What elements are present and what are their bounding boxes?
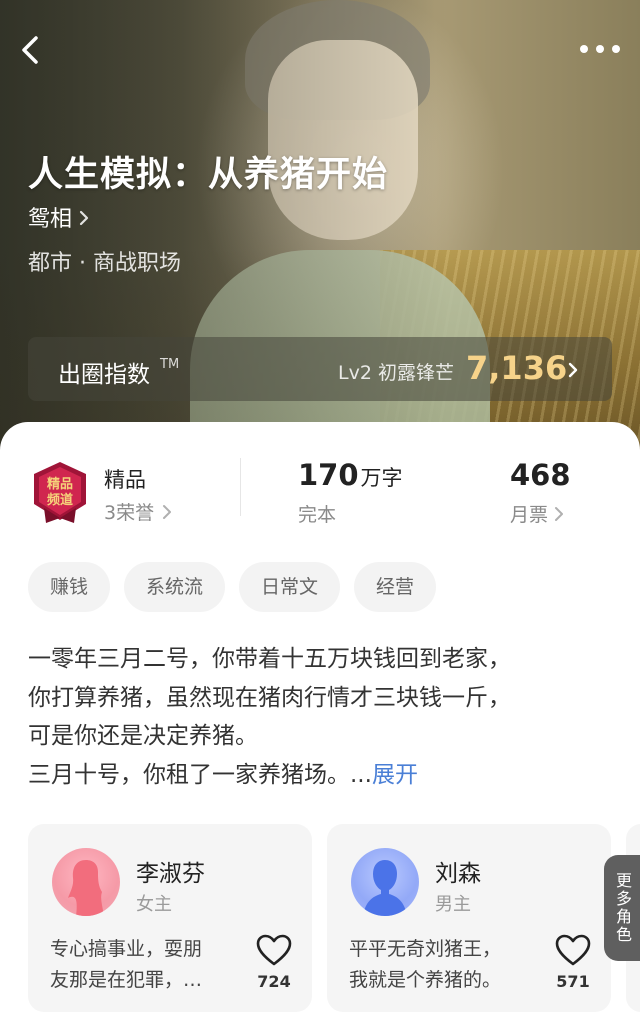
honor-count: 3荣誉 bbox=[104, 502, 155, 524]
back-arrow-icon bbox=[22, 36, 38, 64]
honor-link[interactable]: 3荣誉 bbox=[104, 498, 172, 525]
more-characters-label: 更多角色 bbox=[613, 872, 632, 944]
synopsis-line: 一零年三月二号，你带着十五万块钱回到老家， bbox=[28, 646, 511, 672]
character-name: 李淑芬 bbox=[136, 861, 205, 887]
book-genre: 都市 · 商战职场 bbox=[28, 251, 181, 276]
influence-score: 7,136 bbox=[466, 349, 568, 387]
character-description-line: 平平无奇刘猪王， bbox=[349, 938, 502, 960]
word-count-value: 170 bbox=[298, 458, 359, 492]
avatar bbox=[351, 848, 419, 916]
word-count: 170万字 bbox=[298, 458, 403, 492]
author-link[interactable]: 鸳相 bbox=[28, 201, 90, 233]
avatar bbox=[52, 848, 120, 916]
synopsis-line: 三月十号，你租了一家养猪场。... bbox=[28, 761, 372, 788]
synopsis-line: 可是你还是决定养猪。 bbox=[28, 723, 258, 749]
influence-label: 出圈指数 bbox=[58, 362, 150, 388]
synopsis: 一零年三月二号，你带着十五万块钱回到老家， 你打算养猪，虽然现在猪肉行情才三块钱… bbox=[28, 640, 618, 794]
chevron-right-icon bbox=[568, 362, 578, 378]
female-silhouette-icon bbox=[68, 860, 104, 916]
completion-status: 完本 bbox=[298, 504, 337, 526]
word-count-unit: 万字 bbox=[360, 466, 403, 490]
character-name: 刘森 bbox=[435, 861, 481, 887]
character-description-line: 我就是个养猪的。 bbox=[349, 969, 502, 991]
tag-chip[interactable]: 系统流 bbox=[124, 562, 226, 612]
book-detail-card: 精品 频道 精品 3荣誉 170万字 完本 468 月票 赚钱 系统流 日常文 … bbox=[0, 422, 640, 1026]
influence-trademark: TM bbox=[160, 357, 180, 372]
monthly-tickets-link[interactable]: 月票 bbox=[510, 500, 564, 527]
character-role: 男主 bbox=[435, 894, 471, 915]
book-title: 人生模拟：从养猪开始 bbox=[28, 154, 389, 195]
synopsis-line: 你打算养猪，虽然现在猪肉行情才三块钱一斤， bbox=[28, 684, 511, 711]
character-description-line: 友那是在犯罪，… bbox=[50, 969, 203, 991]
character-description: 专心搞事业，耍朋 友那是在犯罪，… bbox=[50, 934, 232, 996]
quality-label: 精品 bbox=[104, 468, 146, 492]
more-button[interactable] bbox=[576, 34, 624, 64]
synopsis-last-line: 三月十号，你租了一家养猪场。...展开 bbox=[28, 756, 618, 795]
back-button[interactable] bbox=[14, 30, 50, 70]
chevron-right-icon bbox=[79, 210, 89, 226]
tag-chip[interactable]: 经营 bbox=[354, 562, 437, 612]
like-count: 571 bbox=[556, 972, 590, 991]
influence-level: Lv2 初露锋芒 bbox=[338, 362, 454, 384]
influence-index-bar[interactable]: 出圈指数 TM Lv2 初露锋芒 7,136 bbox=[28, 337, 612, 401]
character-card[interactable]: 李淑芬 女主 专心搞事业，耍朋 友那是在犯罪，… 724 bbox=[28, 824, 312, 1012]
character-description: 平平无奇刘猪王， 我就是个养猪的。 bbox=[349, 934, 531, 996]
character-description-line: 专心搞事业，耍朋 bbox=[50, 938, 203, 960]
chevron-right-icon bbox=[555, 506, 564, 521]
stats-divider bbox=[240, 458, 241, 516]
more-dots-icon bbox=[580, 45, 620, 53]
premium-channel-badge-icon: 精品 频道 bbox=[34, 462, 86, 523]
author-name: 鸳相 bbox=[28, 207, 73, 232]
monthly-tickets-label: 月票 bbox=[510, 504, 549, 526]
monthly-tickets-value: 468 bbox=[510, 458, 571, 492]
tag-chip[interactable]: 赚钱 bbox=[28, 562, 111, 612]
badge-text-line1: 精品 bbox=[47, 476, 73, 492]
more-characters-button[interactable]: 更多角色 bbox=[604, 855, 640, 961]
tag-chip[interactable]: 日常文 bbox=[239, 562, 341, 612]
heart-icon[interactable] bbox=[553, 932, 593, 968]
character-card[interactable]: 刘森 男主 平平无奇刘猪王， 我就是个养猪的。 571 bbox=[327, 824, 611, 1012]
expand-synopsis-link[interactable]: 展开 bbox=[372, 762, 418, 788]
heart-icon[interactable] bbox=[254, 932, 294, 968]
male-silhouette-icon bbox=[363, 860, 407, 916]
tag-list: 赚钱 系统流 日常文 经营 bbox=[28, 562, 450, 612]
badge-text-line2: 频道 bbox=[47, 492, 73, 508]
character-role: 女主 bbox=[136, 894, 172, 915]
like-count: 724 bbox=[257, 972, 291, 991]
chevron-right-icon bbox=[163, 504, 172, 519]
